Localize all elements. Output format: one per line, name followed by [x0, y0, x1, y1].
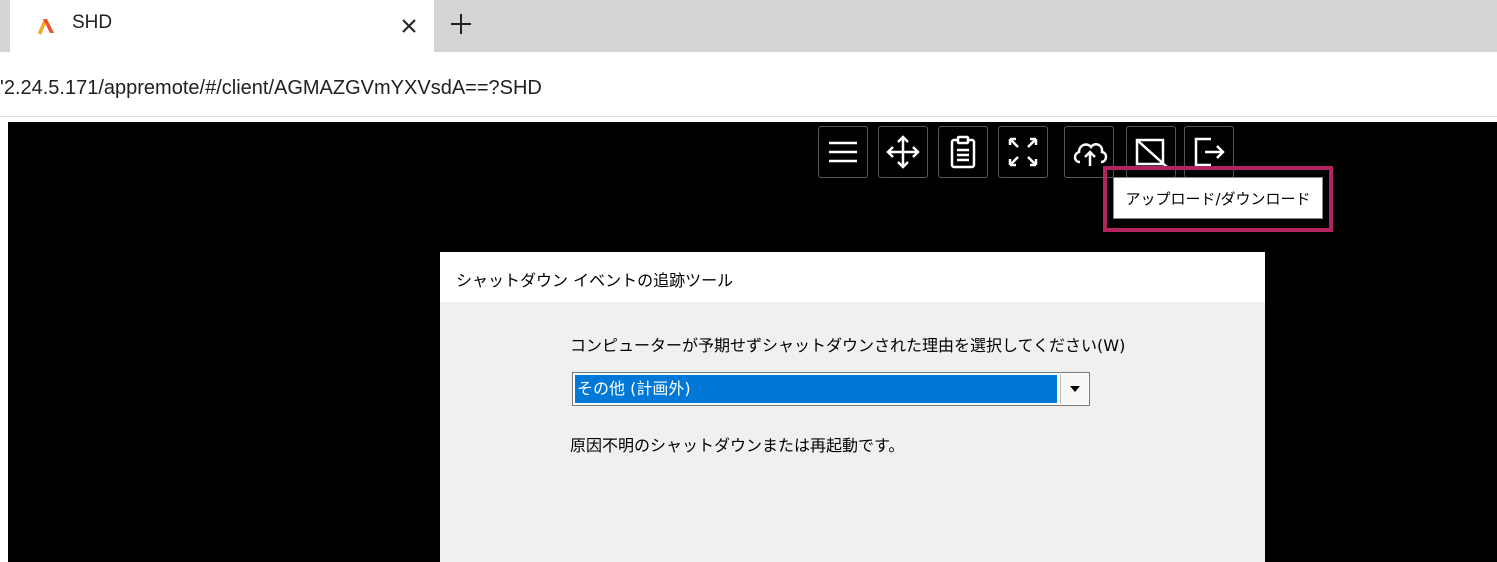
select-dropdown-button[interactable] — [1060, 374, 1088, 404]
close-icon[interactable] — [396, 13, 422, 39]
browser-tab-strip: SHD — [0, 0, 1497, 52]
dialog-body: コンピューターが予期せずシャットダウンされた理由を選択してください(W) その他… — [440, 302, 1265, 562]
browser-tab[interactable]: SHD — [10, 0, 434, 52]
clipboard-button[interactable] — [938, 126, 988, 178]
menu-button[interactable] — [818, 126, 868, 178]
dialog-titlebar[interactable]: シャットダウン イベントの追跡ツール — [440, 252, 1265, 302]
shutdown-event-tracker-dialog: シャットダウン イベントの追跡ツール コンピューターが予期せずシャットダウンされ… — [440, 252, 1265, 562]
upload-download-tooltip: アップロード/ダウンロード — [1113, 177, 1323, 219]
reason-select[interactable]: その他 (計画外) — [572, 372, 1090, 406]
dialog-title: シャットダウン イベントの追跡ツール — [456, 271, 734, 290]
move-button[interactable] — [878, 126, 928, 178]
reason-description: 原因不明のシャットダウンまたは再起動です。 — [570, 436, 905, 455]
triangle-logo-icon — [32, 11, 60, 39]
tab-strip-divider — [0, 52, 1497, 62]
reason-select-value[interactable]: その他 (計画外) — [575, 375, 1057, 403]
plus-icon[interactable] — [447, 10, 475, 38]
reason-prompt-label: コンピューターが予期せずシャットダウンされた理由を選択してください(W) — [570, 336, 1126, 355]
tab-title: SHD — [72, 12, 113, 33]
address-bar[interactable]: '2.24.5.171/appremote/#/client/AGMAZGVmY… — [0, 62, 1497, 117]
url-text[interactable]: '2.24.5.171/appremote/#/client/AGMAZGVmY… — [0, 77, 542, 100]
fullscreen-button[interactable] — [998, 126, 1048, 178]
